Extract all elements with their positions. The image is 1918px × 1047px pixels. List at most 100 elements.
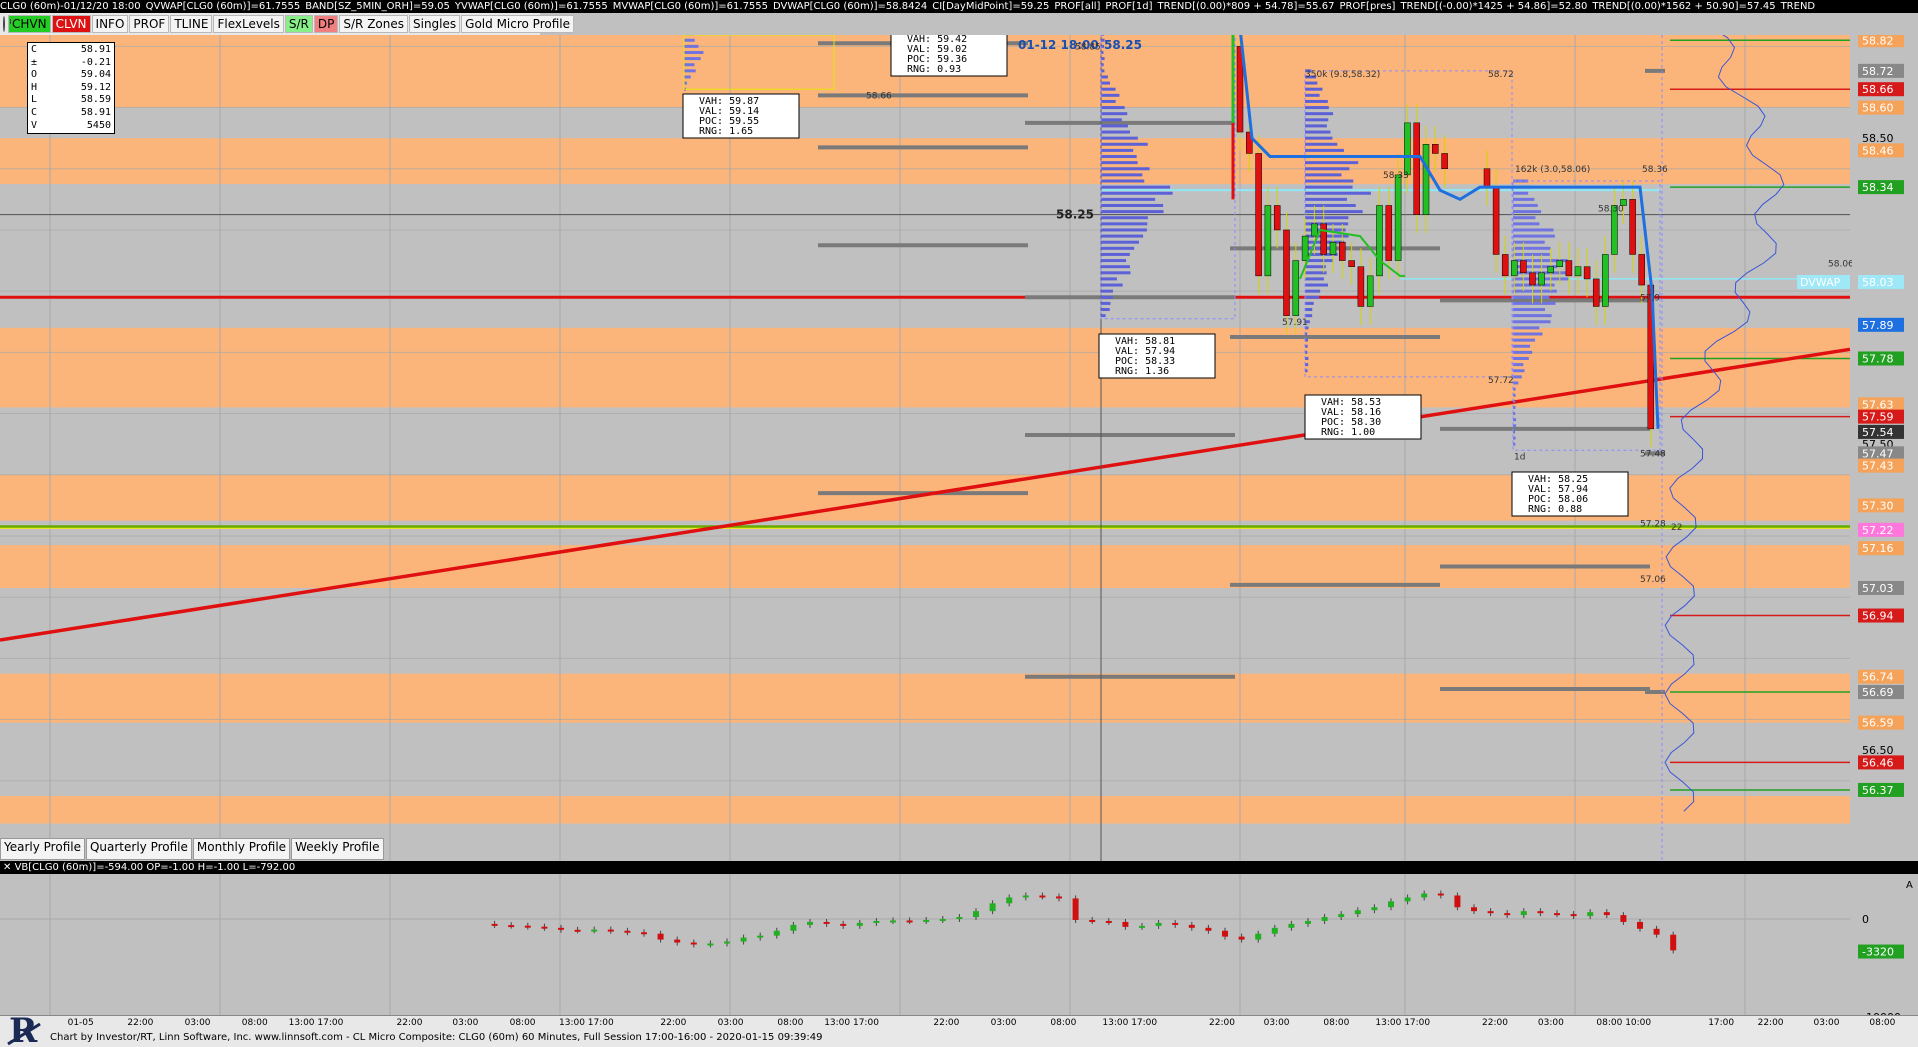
profile-bar xyxy=(1305,185,1353,189)
profile-bar xyxy=(1305,130,1331,134)
time-tick-label: 03:00 xyxy=(717,1018,744,1028)
vb-bar xyxy=(1421,893,1428,898)
vb-bar xyxy=(1056,896,1062,899)
toolbar-button-flexlevels[interactable]: FlexLevels xyxy=(213,15,284,33)
vb-bar xyxy=(591,929,598,932)
profile-button-weekly[interactable]: Weekly Profile xyxy=(291,838,384,860)
profile-bar xyxy=(1513,338,1536,342)
time-tick-label: 13:00 17:00 xyxy=(1102,1018,1158,1028)
profile-bar xyxy=(1513,344,1531,348)
chart-toolbar: CHVN CLVN INFO PROF TLINE FlexLevels S/R DP S/R … xyxy=(0,13,574,36)
time-tick-label: 22:00 xyxy=(1757,1018,1784,1028)
profile-bar xyxy=(1513,350,1533,354)
candle-body xyxy=(1520,260,1527,274)
vb-bar xyxy=(1388,901,1394,908)
vb-bar xyxy=(840,923,847,926)
candle-body xyxy=(1547,266,1554,274)
ohlc-value: 5450 xyxy=(86,119,111,131)
volume-balance-panel[interactable]: 0-3320-10000A xyxy=(0,874,1918,1015)
vb-bar xyxy=(856,922,863,926)
vb-bar xyxy=(508,925,515,928)
price-label-57.30: 57.30 xyxy=(1858,498,1904,513)
profile-label: 57.91 xyxy=(1282,318,1308,328)
candle-body xyxy=(1320,223,1327,255)
profile-bar xyxy=(1101,106,1125,110)
indicator-close-icon[interactable]: ✕ xyxy=(3,862,11,873)
candle-body xyxy=(1565,260,1573,277)
profile-bar xyxy=(1101,301,1111,305)
toolbar-button-dp[interactable]: DP xyxy=(313,15,339,33)
profile-stats-box-0: VAH: 59.42VAL: 59.02POC: 59.36RNG: 0.93 xyxy=(890,35,1008,77)
vb-bar xyxy=(890,920,896,923)
profile-button-monthly[interactable]: Monthly Profile xyxy=(192,838,291,860)
profile-bar xyxy=(1305,99,1328,103)
profile-bar xyxy=(1305,161,1359,165)
time-tick-label: 03:00 xyxy=(1813,1018,1840,1028)
vb-bar xyxy=(607,929,614,932)
profile-stat-text: RNG: 1.00 xyxy=(1321,427,1375,438)
candle-body xyxy=(1339,241,1346,261)
profile-label: 162k (3.0,58.06) xyxy=(1515,165,1590,175)
vb-bar xyxy=(973,911,979,918)
ohlc-key: ± xyxy=(31,56,38,68)
price-label-58.03: 58.03 xyxy=(1858,274,1904,289)
ohlc-key: H xyxy=(31,81,38,93)
profile-bar xyxy=(1101,81,1110,85)
ohlc-key: C xyxy=(31,106,38,118)
toolbar-button-info[interactable]: INFO xyxy=(91,15,129,33)
profile-button-yearly[interactable]: Yearly Profile xyxy=(0,838,85,860)
toolbar-button-singles[interactable]: Singles xyxy=(409,15,461,33)
price-label-text: 58.72 xyxy=(1862,65,1894,78)
vb-bar xyxy=(989,903,996,912)
vb-bar xyxy=(1089,919,1096,922)
time-tick-label: 03:00 xyxy=(184,1018,211,1028)
time-tick-label: 08:00 xyxy=(1323,1018,1350,1028)
toolbar-button-chvn[interactable]: CHVN xyxy=(8,15,51,33)
vb-bar xyxy=(1471,907,1477,912)
price-label-text: 57.47 xyxy=(1862,447,1894,460)
vb-bar xyxy=(624,930,631,933)
toolbar-button-gold-micro-profile[interactable]: Gold Micro Profile xyxy=(461,15,574,33)
vb-bar xyxy=(1222,930,1228,937)
candle-body xyxy=(1602,254,1609,307)
profile-bar xyxy=(1513,301,1556,305)
profile-bar xyxy=(1305,295,1320,299)
dvwap-tag-label: DVWAP xyxy=(1800,276,1841,289)
time-tick-label: 08:00 xyxy=(777,1018,804,1028)
profile-bar xyxy=(684,69,696,73)
vb-bar xyxy=(1255,933,1262,940)
profile-label: 350k (9.8,58.32) xyxy=(1305,70,1380,80)
time-axis: 01-05 22:00 03:00 08:00 13:00 17:00 22:00 03:0… xyxy=(0,1015,1918,1031)
profile-bar xyxy=(1101,75,1108,79)
profile-bar xyxy=(1305,112,1334,116)
toolbar-button-prof[interactable]: PROF xyxy=(129,15,170,33)
profile-button-quarterly[interactable]: Quarterly Profile xyxy=(85,838,192,860)
price-label-56.59: 56.59 xyxy=(1858,715,1904,730)
toolbar-button-s-r[interactable]: S/R xyxy=(284,15,313,33)
vb-bar xyxy=(1637,921,1643,929)
vb-bar xyxy=(1338,914,1345,918)
profile-bar xyxy=(1101,148,1134,152)
candle-body xyxy=(1366,275,1374,307)
toolbar-button-clvn[interactable]: CLVN xyxy=(51,15,91,33)
vb-bar xyxy=(1105,920,1112,923)
sr-zone-5 xyxy=(0,673,1850,723)
vb-bar xyxy=(1554,913,1560,916)
toolbar-button-s-r-zones[interactable]: S/R Zones xyxy=(339,15,408,33)
vb-bar xyxy=(790,924,797,931)
price-label-text: 56.59 xyxy=(1862,717,1894,730)
clock-icon[interactable] xyxy=(3,16,11,32)
vb-bar xyxy=(1238,936,1245,940)
profile-bar xyxy=(1101,124,1128,128)
profile-bar xyxy=(1305,142,1338,146)
profile-bar xyxy=(1101,289,1113,293)
price-chart[interactable]: VAH: 59.42VAL: 59.02POC: 59.36RNG: 0.93 V… xyxy=(0,35,1918,861)
vb-bar xyxy=(1437,893,1444,896)
profile-bar xyxy=(1305,277,1324,281)
ohlc-value: -0.21 xyxy=(80,56,111,68)
price-label-57.89: 57.89 xyxy=(1858,317,1904,332)
profile-bar xyxy=(1101,136,1138,140)
profile-stats-box-2: VAH: 58.81VAL: 57.94POC: 58.33RNG: 1.36 xyxy=(1098,333,1216,379)
profile-bar xyxy=(1101,259,1127,263)
toolbar-button-tline[interactable]: TLINE xyxy=(170,15,213,33)
